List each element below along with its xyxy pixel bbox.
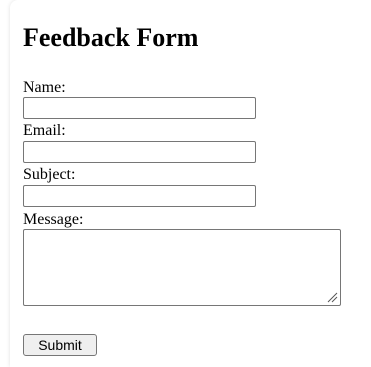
page: Feedback Form Name: Email: Subject: Mess…	[0, 0, 371, 367]
name-label: Name:	[23, 79, 66, 96]
email-label: Email:	[23, 122, 66, 139]
email-input[interactable]	[23, 141, 256, 163]
subject-label: Subject:	[23, 166, 76, 183]
message-label: Message:	[23, 211, 84, 228]
submit-button[interactable]: Submit	[23, 334, 97, 356]
name-input[interactable]	[23, 97, 256, 119]
form-title: Feedback Form	[23, 23, 199, 52]
message-textarea[interactable]	[23, 229, 341, 306]
subject-input[interactable]	[23, 185, 256, 207]
resize-grip-icon[interactable]	[326, 291, 338, 303]
